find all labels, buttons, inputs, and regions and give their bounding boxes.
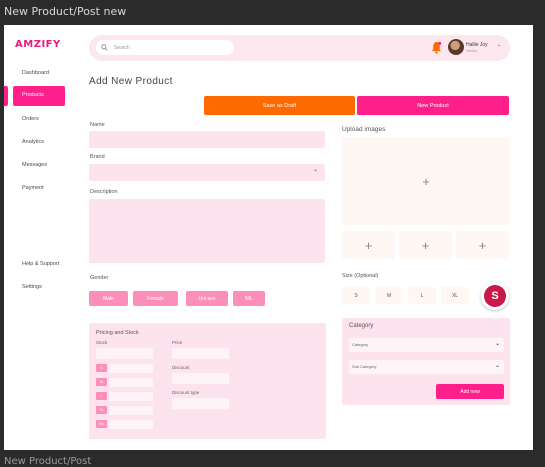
plus-icon: +: [478, 237, 487, 253]
frame-title: New Product/Post new: [4, 5, 127, 18]
brand-select[interactable]: [89, 164, 325, 181]
chevron-down-icon: ⌄: [313, 167, 319, 173]
brand-label: Brand: [90, 154, 105, 160]
add-category-button[interactable]: Add new: [436, 384, 504, 399]
gender-label: Gender: [90, 275, 109, 281]
size-option-m[interactable]: M: [375, 287, 403, 304]
name-field[interactable]: [89, 131, 325, 148]
upload-thumb-2[interactable]: +: [399, 231, 452, 259]
sidebar-item-help[interactable]: Help & Support: [22, 261, 59, 267]
bell-icon[interactable]: [431, 41, 442, 54]
pricing-title: Pricing and Stock: [96, 330, 139, 336]
category-title: Category: [349, 323, 374, 329]
gender-female-button[interactable]: Female: [133, 291, 178, 306]
stock-field[interactable]: [96, 348, 153, 359]
size-option-l[interactable]: L: [408, 287, 436, 304]
search-icon: [101, 44, 108, 51]
chevron-down-icon: ⌄: [494, 341, 500, 347]
plus-icon: +: [422, 173, 430, 189]
upload-thumb-1[interactable]: +: [342, 231, 395, 259]
sidebar-item-products[interactable]: Products: [13, 86, 65, 106]
plus-icon: +: [364, 237, 373, 253]
size-tag-l[interactable]: L: [96, 392, 107, 400]
save-draft-button[interactable]: Save as Draft: [204, 96, 355, 115]
description-label: Description: [90, 189, 118, 195]
page-title: Add New Product: [89, 76, 173, 87]
app-page: AMZIFY Dashboard Products Orders Analyti…: [4, 25, 533, 450]
support-chat-button[interactable]: S: [481, 282, 509, 310]
size-tag-s[interactable]: S: [96, 364, 107, 372]
sidebar-item-payment[interactable]: Payment: [22, 185, 44, 191]
sidebar-item-messages[interactable]: Messages: [22, 162, 47, 168]
size-tag-m[interactable]: M: [96, 378, 107, 386]
size-label: Size (Optional): [342, 273, 379, 279]
next-frame-title: New Product/Post: [4, 456, 92, 467]
stock-label: Stock: [96, 340, 108, 345]
category-panel: Category Category ⌄ Sub Category ⌄ Add n…: [342, 318, 510, 405]
sidebar-active-indicator: [4, 86, 8, 106]
avatar[interactable]: [448, 39, 464, 55]
upload-main-dropzone[interactable]: +: [342, 137, 510, 225]
category-select[interactable]: Category ⌄: [349, 338, 504, 352]
discount-type-label: Discount type: [172, 390, 200, 395]
user-role: Vendor: [466, 49, 478, 53]
price-label: Price: [172, 340, 183, 345]
discount-type-field[interactable]: [172, 398, 229, 409]
gender-unisex-button[interactable]: Uni-sex: [186, 291, 228, 306]
discount-field[interactable]: [172, 373, 229, 384]
sidebar-item-label: Products: [22, 92, 44, 98]
sidebar-item-analytics[interactable]: Analytics: [22, 139, 44, 145]
new-product-button[interactable]: New Product: [357, 96, 509, 115]
upload-thumb-3[interactable]: +: [456, 231, 509, 259]
stock-xxl-field[interactable]: [109, 420, 153, 429]
discount-label: Discount: [172, 365, 190, 370]
subcategory-placeholder: Sub Category: [352, 364, 377, 369]
pricing-stock-panel: Pricing and Stock Stock S M L XL XXL Pri…: [89, 323, 326, 439]
price-field[interactable]: [172, 348, 229, 359]
stock-m-field[interactable]: [109, 378, 153, 387]
size-tag-xl[interactable]: XL: [96, 406, 107, 414]
stock-l-field[interactable]: [109, 392, 153, 401]
subcategory-select[interactable]: Sub Category ⌄: [349, 360, 504, 374]
description-field[interactable]: [89, 199, 325, 263]
chat-avatar-badge: S: [484, 285, 506, 307]
size-option-s[interactable]: S: [342, 287, 370, 304]
sidebar-item-orders[interactable]: Orders: [22, 116, 39, 122]
sidebar-item-settings[interactable]: Settings: [22, 284, 42, 290]
search-input[interactable]: Search: [96, 40, 234, 55]
brand-logo[interactable]: AMZIFY: [15, 39, 61, 50]
top-bar: Search Hallie Joy Vendor ⌄: [89, 35, 510, 61]
gender-nil-button[interactable]: NIL: [233, 291, 265, 306]
category-placeholder: Category: [352, 342, 369, 347]
upload-label: Upload images: [342, 126, 386, 133]
size-option-xl[interactable]: XL: [441, 287, 469, 304]
gender-male-button[interactable]: Male: [89, 291, 128, 306]
size-tag-xxl[interactable]: XXL: [96, 420, 107, 428]
chevron-down-icon[interactable]: ⌄: [497, 42, 501, 48]
search-placeholder: Search: [114, 44, 130, 51]
chevron-down-icon: ⌄: [494, 363, 500, 369]
user-name: Hallie Joy: [466, 42, 488, 48]
name-label: Name: [90, 122, 105, 128]
plus-icon: +: [421, 237, 430, 253]
sidebar-item-dashboard[interactable]: Dashboard: [22, 70, 49, 76]
stock-s-field[interactable]: [109, 364, 153, 373]
stock-xl-field[interactable]: [109, 406, 153, 415]
